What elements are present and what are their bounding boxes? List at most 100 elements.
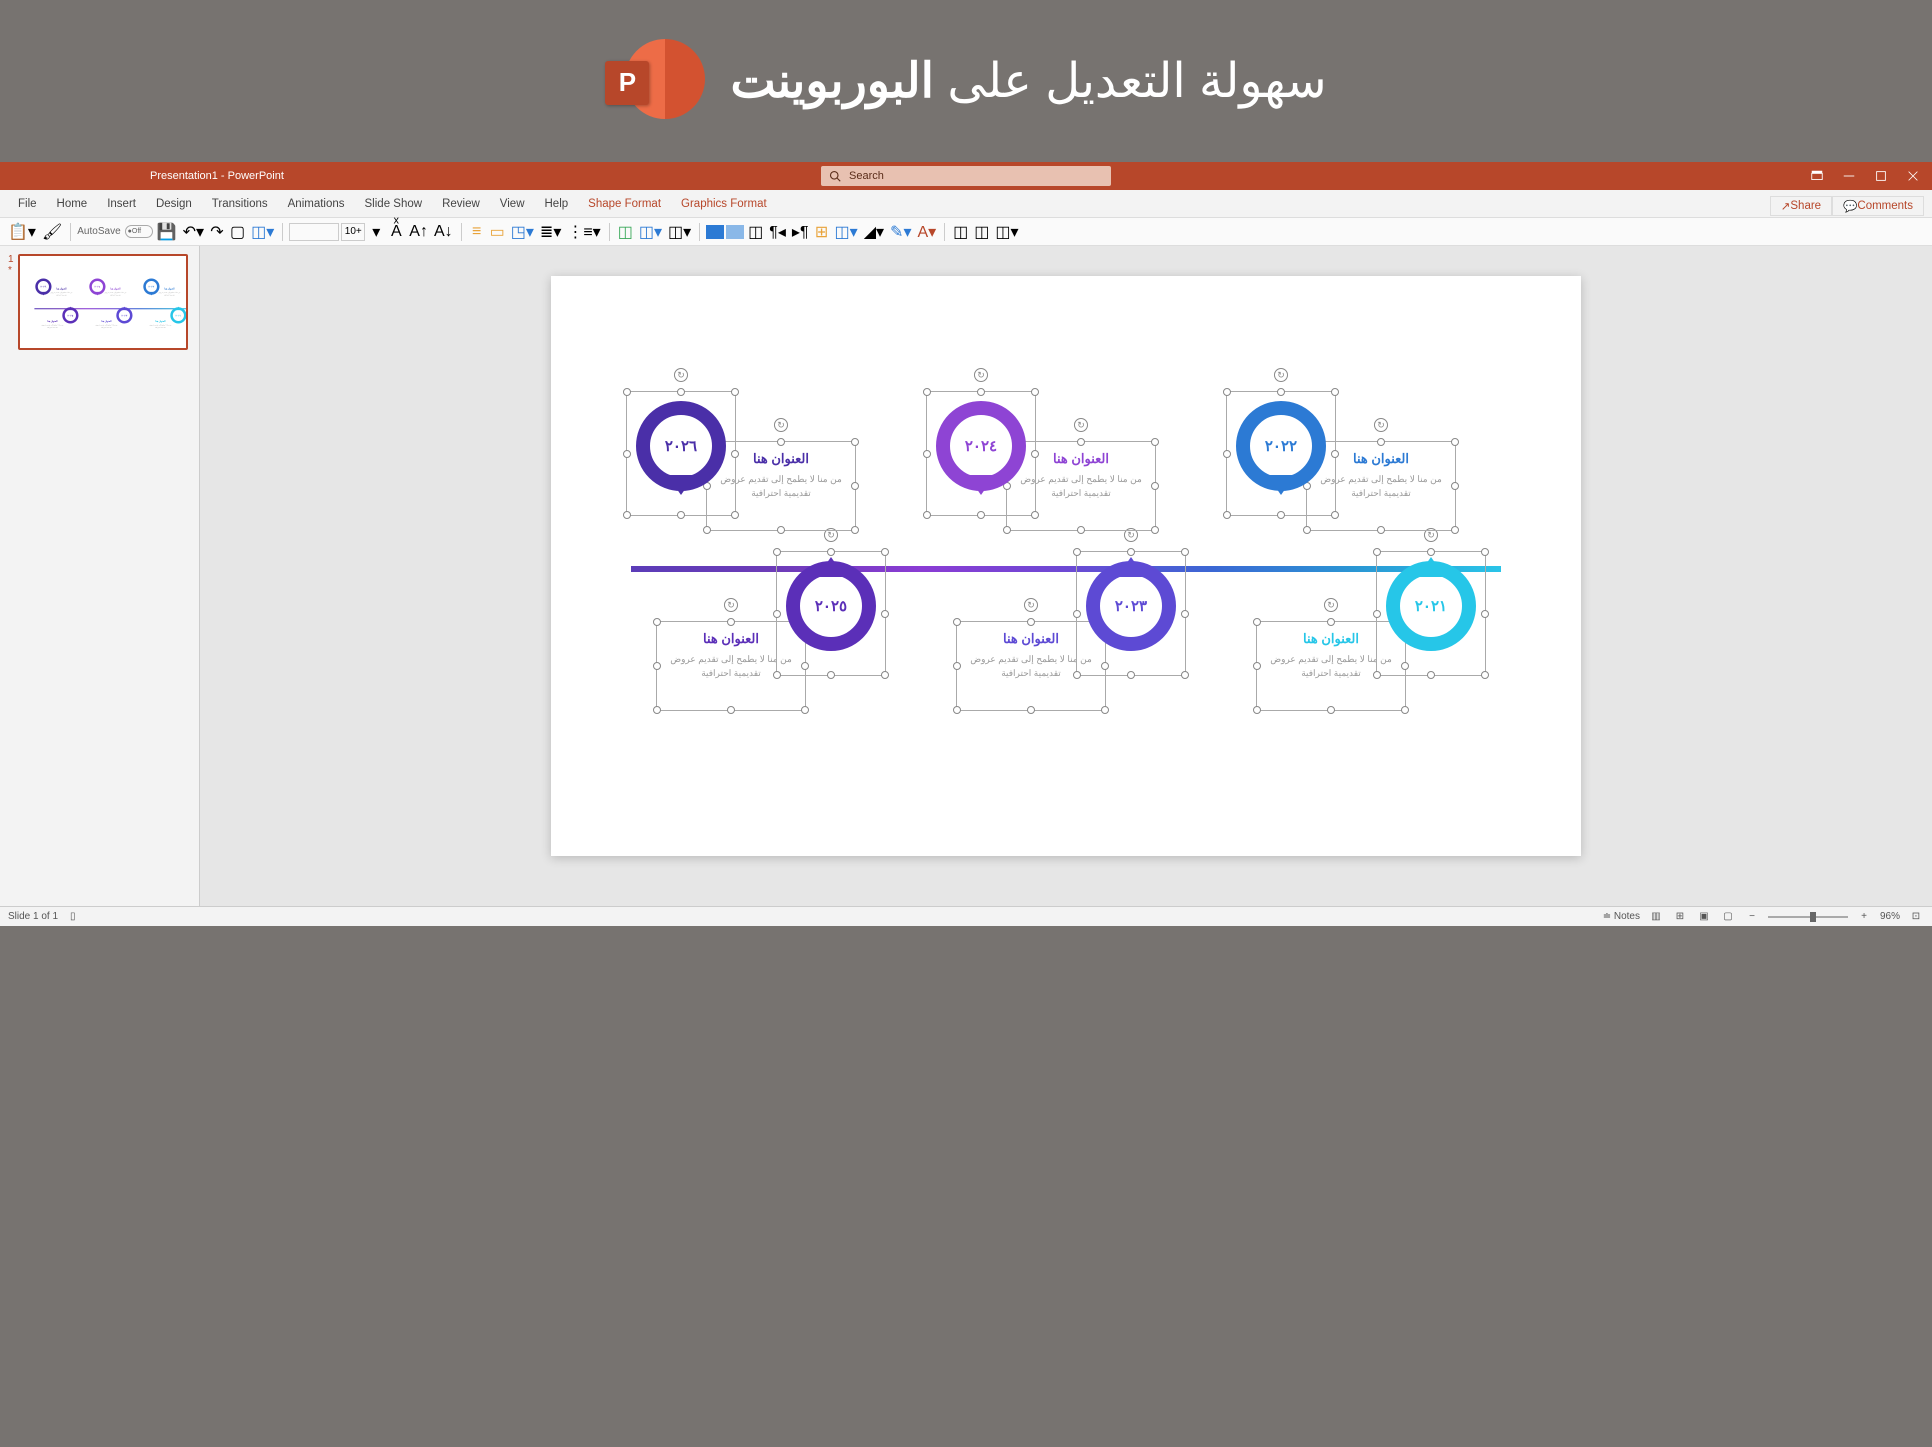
resize-handle[interactable] <box>923 511 931 519</box>
resize-handle[interactable] <box>851 438 859 446</box>
resize-handle[interactable] <box>1077 526 1085 534</box>
resize-handle[interactable] <box>653 662 661 670</box>
rotate-handle-icon[interactable] <box>774 418 788 432</box>
zoom-out-icon[interactable]: − <box>1744 909 1760 925</box>
slideshow-view-icon[interactable]: ▢ <box>1720 909 1736 925</box>
timeline-node-2021[interactable]: ٢٠٢١ <box>1386 561 1476 651</box>
resize-handle[interactable] <box>801 706 809 714</box>
tab-transitions[interactable]: Transitions <box>202 190 278 217</box>
resize-handle[interactable] <box>623 450 631 458</box>
tab-animations[interactable]: Animations <box>278 190 355 217</box>
resize-handle[interactable] <box>1223 388 1231 396</box>
clear-formatting-icon[interactable]: Aͯ <box>387 222 405 242</box>
tab-design[interactable]: Design <box>146 190 202 217</box>
resize-handle[interactable] <box>1027 706 1035 714</box>
resize-handle[interactable] <box>1373 610 1381 618</box>
tab-home[interactable]: Home <box>47 190 98 217</box>
resize-handle[interactable] <box>1253 618 1261 626</box>
font-color-icon[interactable]: A▾ <box>915 222 938 242</box>
resize-handle[interactable] <box>1327 618 1335 626</box>
resize-handle[interactable] <box>1031 450 1039 458</box>
resize-handle[interactable] <box>1003 526 1011 534</box>
resize-handle[interactable] <box>1373 548 1381 556</box>
increase-font-icon[interactable]: A↑ <box>407 222 430 242</box>
resize-handle[interactable] <box>1327 706 1335 714</box>
bullets-icon[interactable]: ≣▾ <box>538 222 563 242</box>
timeline-node-2024[interactable]: ٢٠٢٤ <box>936 401 1026 491</box>
reading-view-icon[interactable]: ▣ <box>1696 909 1712 925</box>
resize-handle[interactable] <box>1451 526 1459 534</box>
timeline-node-2023[interactable]: ٢٠٢٣ <box>1086 561 1176 651</box>
slide-thumbnail-panel[interactable]: 1 * ٢٠٢١ العنوان هنامن منا لا يطمح إلى ت… <box>0 246 200 906</box>
resize-handle[interactable] <box>1181 548 1189 556</box>
new-slide-icon[interactable]: ◫▾ <box>249 222 276 242</box>
close-icon[interactable] <box>1906 169 1920 183</box>
resize-handle[interactable] <box>881 671 889 679</box>
resize-handle[interactable] <box>1253 706 1261 714</box>
resize-handle[interactable] <box>1181 610 1189 618</box>
autosave-toggle[interactable]: AutoSave ● Off <box>77 225 152 238</box>
resize-handle[interactable] <box>977 388 985 396</box>
resize-handle[interactable] <box>773 671 781 679</box>
fit-icon[interactable]: ⊡ <box>1908 909 1924 925</box>
notes-button[interactable]: ≐ Notes <box>1603 911 1640 922</box>
resize-handle[interactable] <box>1427 671 1435 679</box>
tab-insert[interactable]: Insert <box>97 190 146 217</box>
group-icon[interactable]: ◫▾ <box>637 222 664 242</box>
resize-handle[interactable] <box>1377 526 1385 534</box>
resize-handle[interactable] <box>731 388 739 396</box>
resize-handle[interactable] <box>1031 388 1039 396</box>
format-painter-icon[interactable]: 🖌 <box>40 222 64 242</box>
resize-handle[interactable] <box>777 438 785 446</box>
resize-handle[interactable] <box>777 526 785 534</box>
zoom-slider[interactable] <box>1768 916 1848 918</box>
rotate-handle-icon[interactable] <box>974 368 988 382</box>
tab-view[interactable]: View <box>490 190 535 217</box>
resize-handle[interactable] <box>623 511 631 519</box>
sorter-view-icon[interactable]: ⊞ <box>1672 909 1688 925</box>
accessibility-icon[interactable]: ▯ <box>70 911 76 922</box>
resize-handle[interactable] <box>731 450 739 458</box>
dropdown-icon[interactable]: ▾ <box>367 222 385 242</box>
resize-handle[interactable] <box>1151 482 1159 490</box>
resize-handle[interactable] <box>1127 548 1135 556</box>
numbering-icon[interactable]: ⋮≡▾ <box>565 222 602 242</box>
resize-handle[interactable] <box>1277 511 1285 519</box>
resize-handle[interactable] <box>1073 610 1081 618</box>
resize-handle[interactable] <box>1481 548 1489 556</box>
maximize-icon[interactable] <box>1874 169 1888 183</box>
timeline-node-2026[interactable]: ٢٠٢٦ <box>636 401 726 491</box>
tab-graphics-format[interactable]: Graphics Format <box>671 190 777 217</box>
paste-icon[interactable]: 📋▾ <box>6 222 38 242</box>
comments-button[interactable]: 💬 Comments <box>1832 196 1924 216</box>
resize-handle[interactable] <box>1151 438 1159 446</box>
redo-icon[interactable]: ↷ <box>208 222 226 242</box>
smartart-icon[interactable]: ◫ <box>616 222 635 242</box>
font-name-box[interactable] <box>289 223 339 241</box>
resize-handle[interactable] <box>703 526 711 534</box>
resize-handle[interactable] <box>1303 526 1311 534</box>
rotate-handle-icon[interactable] <box>1274 368 1288 382</box>
resize-handle[interactable] <box>953 706 961 714</box>
resize-handle[interactable] <box>977 511 985 519</box>
rtl-icon[interactable]: ¶◂ <box>767 222 788 242</box>
shapes-icon[interactable]: ▭ <box>488 222 507 242</box>
search-box[interactable]: Search <box>821 166 1111 186</box>
table-icon[interactable]: ⊞ <box>813 222 831 242</box>
arrange-icon[interactable]: ◳▾ <box>509 222 536 242</box>
resize-handle[interactable] <box>677 388 685 396</box>
resize-handle[interactable] <box>727 706 735 714</box>
tab-review[interactable]: Review <box>432 190 490 217</box>
resize-handle[interactable] <box>1373 671 1381 679</box>
slide[interactable]: العنوان هنا من منا لا يطمح إلى تقديم عرو… <box>551 276 1581 856</box>
rotate-handle-icon[interactable] <box>1024 598 1038 612</box>
resize-handle[interactable] <box>1331 450 1339 458</box>
resize-handle[interactable] <box>653 706 661 714</box>
resize-handle[interactable] <box>1151 526 1159 534</box>
timeline-node-2025[interactable]: ٢٠٢٥ <box>786 561 876 651</box>
tab-shape-format[interactable]: Shape Format <box>578 190 671 217</box>
undo-icon[interactable]: ↶▾ <box>181 222 206 242</box>
resize-handle[interactable] <box>953 618 961 626</box>
resize-handle[interactable] <box>653 618 661 626</box>
tab-slideshow[interactable]: Slide Show <box>355 190 433 217</box>
